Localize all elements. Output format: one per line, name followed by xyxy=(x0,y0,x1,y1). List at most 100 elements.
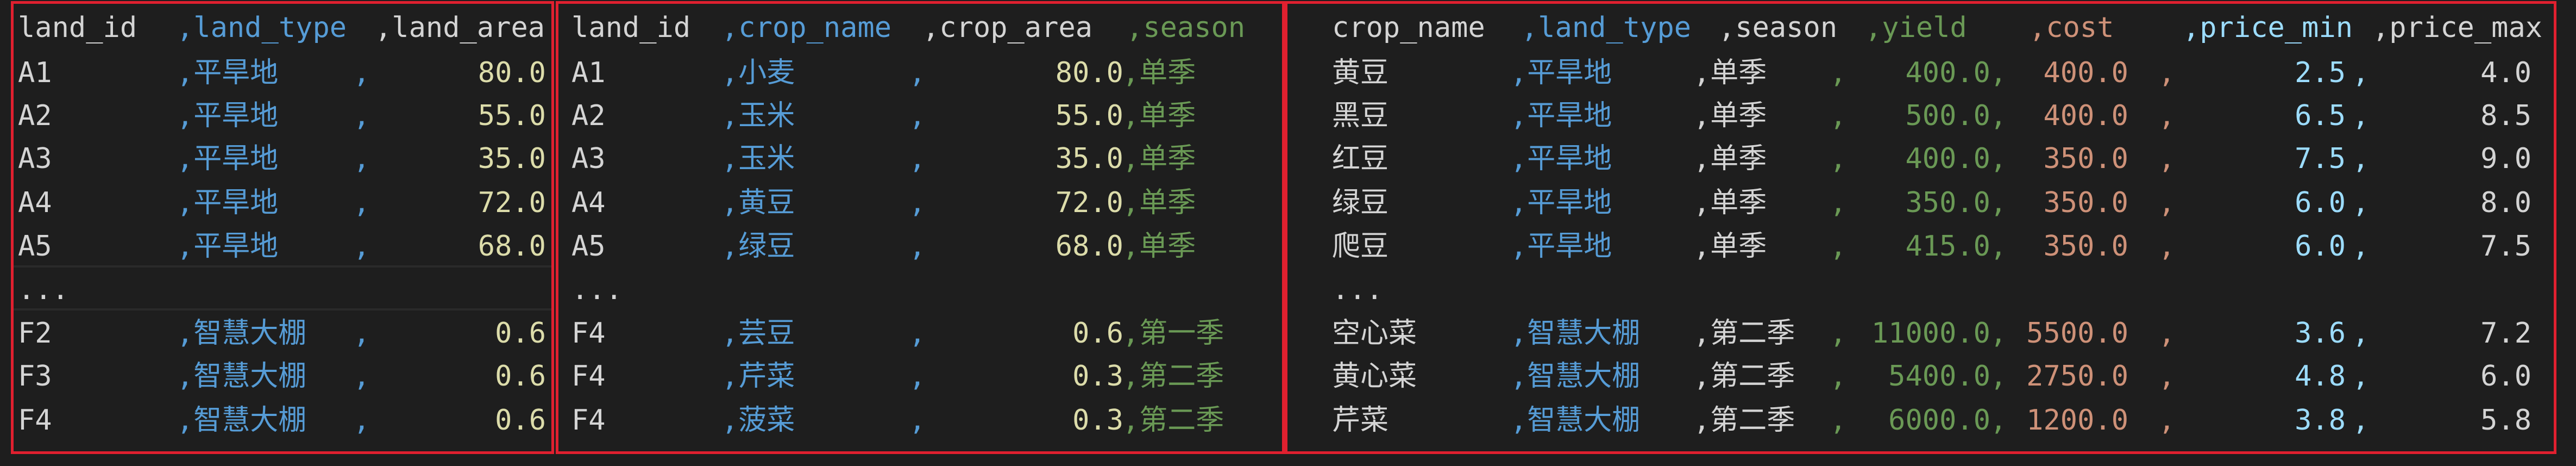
land-type-cell: ,智慧大棚 xyxy=(177,360,307,393)
land-type-cell: ,平旱地 xyxy=(1510,142,1612,175)
price-max-cell: 7.2 xyxy=(2480,317,2531,350)
land-id-cell: F3 xyxy=(18,360,52,393)
table-row: F4 ,芸豆, 0.6 ,第一季 xyxy=(558,312,1282,355)
comma-cell: , xyxy=(2352,360,2370,393)
yield-cell xyxy=(1830,268,1990,312)
comma-cell: , xyxy=(909,230,926,263)
crop-name-cell: ,小麦 xyxy=(721,57,795,89)
comma-cell: , xyxy=(2352,100,2370,132)
season-cell: ,第二季 xyxy=(1693,360,1795,393)
land-type-cell: ,平旱地 xyxy=(1510,100,1612,132)
comma-cell: , xyxy=(2158,57,2176,89)
crop-name-cell: ,芹菜 xyxy=(721,360,795,393)
comma-cell: , xyxy=(353,187,370,219)
header-crop-name: crop_name xyxy=(1332,11,1485,44)
crop-name-cell: ,绿豆 xyxy=(721,230,795,263)
header-price-max: ,price_max xyxy=(2372,11,2543,44)
crop-area-cell: 55.0 xyxy=(1055,100,1123,132)
price-max-cell xyxy=(2412,268,2531,312)
crop-name-cell: 芹菜 xyxy=(1332,404,1389,437)
price-max-cell: 8.5 xyxy=(2480,100,2531,132)
table-header: land_id ,crop_name ,crop_area ,season xyxy=(558,6,1282,49)
price-min-cell: 2.5 xyxy=(2295,57,2346,89)
comma-cell: , xyxy=(2158,360,2176,393)
land-type-cell: ,平旱地 xyxy=(177,230,279,263)
table-row: F3 ,智慧大棚, 0.6 xyxy=(14,355,551,398)
land-type-cell: ,智慧大棚 xyxy=(1510,404,1641,437)
price-min-cell: 6.0 xyxy=(2295,230,2346,263)
crop-name-cell: ,玉米 xyxy=(721,142,795,175)
comma-cell: , xyxy=(2158,230,2176,263)
cost-cell: 1200.0 xyxy=(2026,404,2128,437)
land-id-cell: A2 xyxy=(571,100,606,132)
season-cell: ,第二季 xyxy=(1693,317,1795,350)
land-id-cell: A4 xyxy=(571,187,606,219)
table-row: 空心菜 ,智慧大棚 ,第二季, 11000.0, 5500.0, 3.6, 7.2 xyxy=(1287,312,2554,355)
price-min-cell: 6.5 xyxy=(2295,100,2346,132)
header-yield: ,yield xyxy=(1865,11,1967,44)
land-table-panel: land_id ,land_type ,land_area A1 ,平旱地, 80.… xyxy=(11,1,554,454)
cost-cell: 400.0 xyxy=(2043,57,2128,89)
season-cell: ,单季 xyxy=(1693,187,1767,219)
cost-cell xyxy=(1990,268,2128,312)
comma-cell: , xyxy=(353,317,370,350)
land-area-cell: 80.0 xyxy=(477,57,546,89)
comma-cell: , xyxy=(909,404,926,437)
table-row: A4 ,平旱地, 72.0 xyxy=(14,181,551,225)
table-row: A5 ,绿豆, 68.0 ,单季 xyxy=(558,225,1282,268)
season-cell: ,第二季 xyxy=(1122,404,1224,437)
season-cell: ,单季 xyxy=(1122,57,1196,89)
land-area-cell: 0.6 xyxy=(495,404,546,437)
land-type-cell: ,平旱地 xyxy=(1510,187,1612,219)
price-min-cell: 6.0 xyxy=(2295,187,2346,219)
land-id-cell: A5 xyxy=(571,230,606,263)
comma-cell: , xyxy=(2352,317,2370,350)
crop-name-cell: 绿豆 xyxy=(1332,187,1389,219)
land-id-cell: A4 xyxy=(18,187,52,219)
comma-cell: , xyxy=(2352,57,2370,89)
comma-cell: , xyxy=(2158,142,2176,175)
land-id-cell: A1 xyxy=(571,57,606,89)
header-season: ,season xyxy=(1126,11,1246,44)
land-type-cell: ,平旱地 xyxy=(177,57,279,89)
price-max-cell: 5.8 xyxy=(2480,404,2531,437)
table-row: 芹菜 ,智慧大棚 ,第二季, 6000.0, 1200.0, 3.8, 5.8 xyxy=(1287,399,2554,442)
table-row: 黄心菜 ,智慧大棚 ,第二季, 5400.0, 2750.0, 4.8, 6.0 xyxy=(1287,355,2554,398)
cost-cell: 350.0 xyxy=(2043,187,2128,219)
land-id-cell: F4 xyxy=(571,317,606,350)
comma-cell: , xyxy=(909,57,926,89)
yield-cell: 415.0 xyxy=(1905,230,1990,263)
comma-cell: , xyxy=(2158,100,2176,132)
land-id-cell: A2 xyxy=(18,100,52,132)
land-type-cell: ,平旱地 xyxy=(1510,230,1612,263)
table-row: 绿豆 ,平旱地 ,单季, 350.0, 350.0, 6.0, 8.0 xyxy=(1287,181,2554,225)
price-min-cell: 3.6 xyxy=(2295,317,2346,350)
header-crop-name: ,crop_name xyxy=(721,11,892,44)
land-area-cell: 0.6 xyxy=(495,317,546,350)
table-row: 黑豆 ,平旱地 ,单季, 500.0, 400.0, 6.5, 8.5 xyxy=(1287,94,2554,138)
yield-cell: 500.0 xyxy=(1905,100,1990,132)
land-id-cell: F2 xyxy=(18,317,52,350)
price-max-cell: 7.5 xyxy=(2480,230,2531,263)
yield-cell: 5400.0 xyxy=(1888,360,1990,393)
table-row: ... xyxy=(14,268,551,312)
header-price-min: ,price_min xyxy=(2183,11,2353,44)
crop-name-cell: ,玉米 xyxy=(721,100,795,132)
table-row: 爬豆 ,平旱地 ,单季, 415.0, 350.0, 6.0, 7.5 xyxy=(1287,225,2554,268)
crop-stats-table-panel: crop_name ,land_type ,season ,yield ,cos… xyxy=(1285,1,2556,454)
crop-area-cell: 0.6 xyxy=(1072,317,1123,350)
land-id-cell: A3 xyxy=(18,142,52,175)
land-area-cell: 0.6 xyxy=(495,360,546,393)
crop-area-cell: 35.0 xyxy=(1055,142,1123,175)
comma-cell: , xyxy=(2352,230,2370,263)
season-cell: ,单季 xyxy=(1122,187,1196,219)
table-row: F2 ,智慧大棚, 0.6 xyxy=(14,312,551,355)
comma-cell: , xyxy=(909,187,926,219)
land-id-cell: A1 xyxy=(18,57,52,89)
land-area-cell: 55.0 xyxy=(477,100,546,132)
table-row: A3 ,玉米, 35.0 ,单季 xyxy=(558,137,1282,181)
crop-name-cell: 黄豆 xyxy=(1332,57,1389,89)
land-type-cell: ,平旱地 xyxy=(177,187,279,219)
crop-area-cell: 80.0 xyxy=(1055,57,1123,89)
land-type-cell: ,智慧大棚 xyxy=(1510,317,1641,350)
